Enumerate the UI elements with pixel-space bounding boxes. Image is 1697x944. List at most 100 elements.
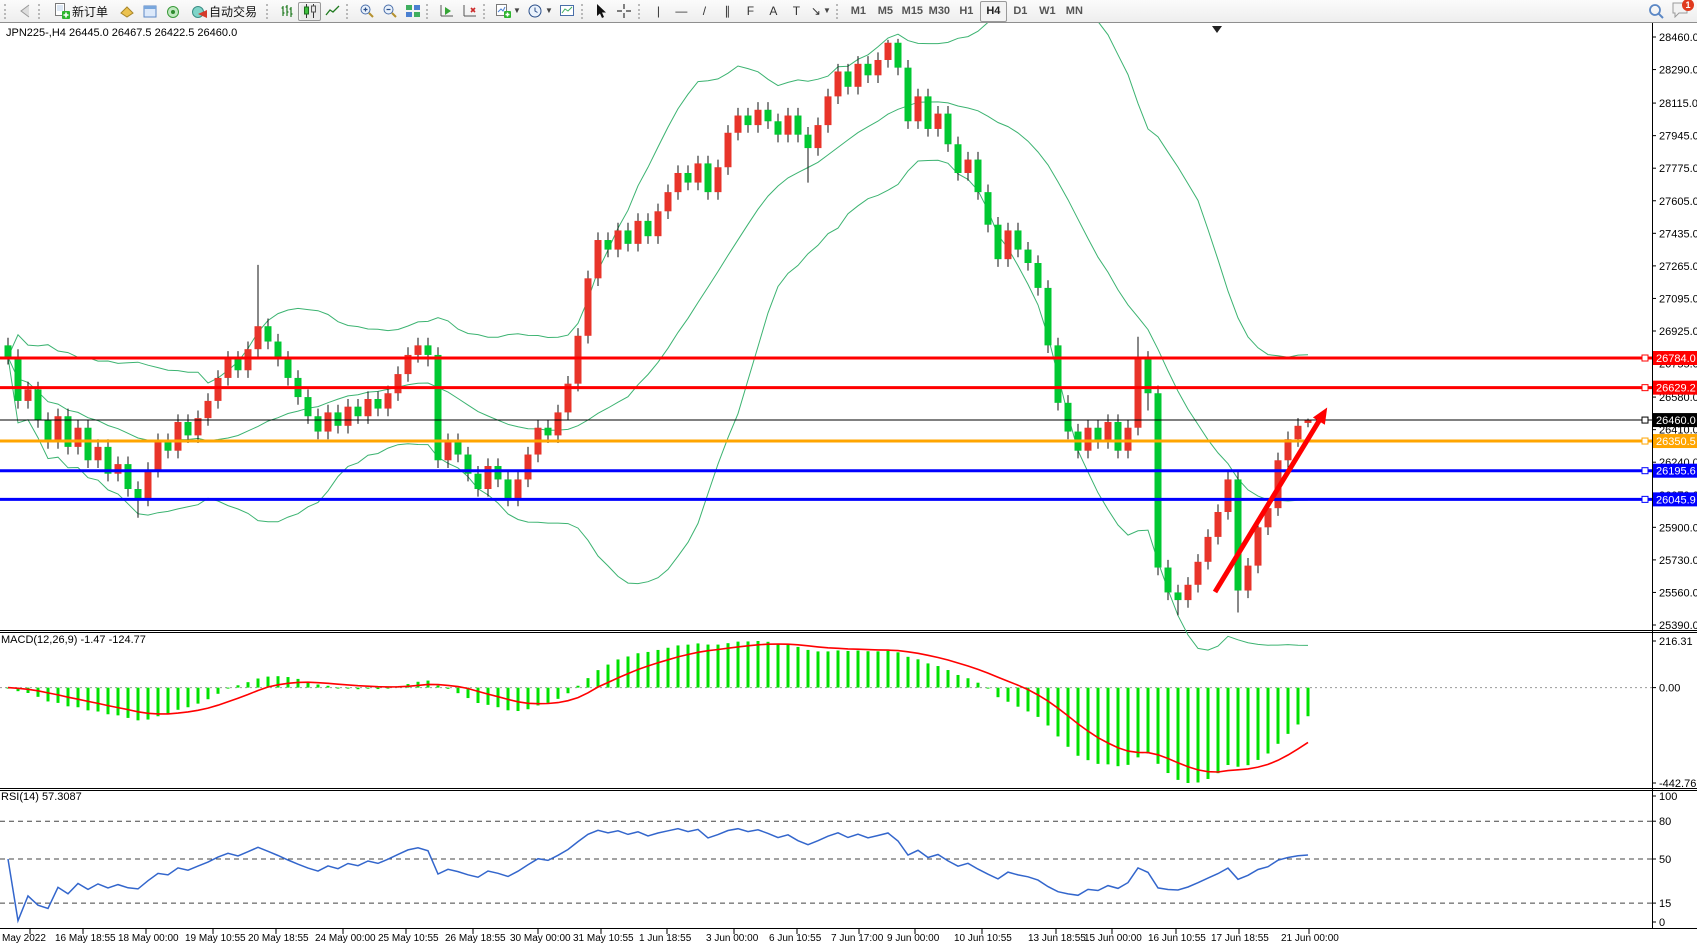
timeframe-mn[interactable]: MN [1061, 1, 1088, 22]
auto-trading-button[interactable]: 自动交易 [184, 2, 264, 21]
hline-anchor[interactable] [1642, 438, 1648, 444]
arrows-tool[interactable]: ↘▼ [808, 2, 834, 21]
bar-chart-button[interactable] [275, 2, 298, 21]
macd-bar [687, 645, 690, 688]
new-chart-button[interactable]: ▼ [492, 2, 524, 21]
macd-bar [1237, 688, 1240, 767]
templates-button[interactable] [556, 2, 579, 21]
candle-body [595, 240, 602, 278]
candle [455, 433, 462, 462]
text-label-tool[interactable]: T [785, 2, 808, 21]
candle [525, 447, 532, 487]
signal-icon [165, 4, 181, 19]
candle-body [645, 221, 652, 236]
equidistant-channel-tool[interactable]: ∥ [716, 2, 739, 21]
chart-tips-button[interactable] [115, 2, 138, 21]
cursor-toolbar-handle[interactable] [581, 4, 586, 19]
price-tick-label: 27605.0 [1659, 196, 1697, 208]
clipped-toolbar-button[interactable] [13, 2, 36, 21]
candle [235, 351, 242, 378]
macd-bar [567, 688, 570, 694]
timeframe-h4[interactable]: H4 [980, 1, 1007, 22]
macd-tick-label: -442.76 [1659, 778, 1696, 790]
timeframe-m30[interactable]: M30 [926, 1, 953, 22]
fibonacci-tool[interactable]: F [739, 2, 762, 21]
bollinger-upper-band [8, 0, 1308, 383]
timeframe-w1[interactable]: W1 [1034, 1, 1061, 22]
tile-windows-button[interactable] [401, 2, 424, 21]
auto-trading-icon [191, 4, 207, 19]
timeframe-m5[interactable]: M5 [872, 1, 899, 22]
time-tick-label: 20 May 18:55 [248, 933, 309, 944]
candle-body [235, 359, 242, 370]
candle-body [525, 455, 532, 480]
chart-shift-marker[interactable] [1212, 26, 1222, 33]
macd-bar [47, 688, 50, 702]
price-tick-label: 25390.0 [1659, 620, 1697, 632]
auto-scroll-button[interactable] [458, 2, 481, 21]
candle-body [995, 225, 1002, 259]
time-tick-label: 15 Jun 00:00 [1084, 933, 1142, 944]
line-chart-button[interactable] [321, 2, 344, 21]
horizontal-line-tool[interactable]: — [670, 2, 693, 21]
hline-anchor[interactable] [1642, 468, 1648, 474]
timeframe-m1[interactable]: M1 [845, 1, 872, 22]
candle [175, 414, 182, 458]
macd-bar [37, 688, 40, 697]
macd-bar [947, 670, 950, 688]
candle-body [1105, 422, 1112, 441]
vertical-line-tool[interactable]: | [647, 2, 670, 21]
chart-canvas[interactable]: 28460.028290.028115.027945.027775.027605… [0, 0, 1697, 944]
windows-toolbar-handle[interactable] [483, 4, 488, 19]
candle [615, 223, 622, 257]
candle [515, 472, 522, 506]
toolbar-drag-handle[interactable] [4, 4, 9, 19]
new-order-button[interactable]: 新订单 [47, 2, 115, 21]
candle-body [205, 401, 212, 418]
hline-anchor[interactable] [1642, 355, 1648, 361]
text-tool[interactable]: A [762, 2, 785, 21]
chart-shift-button[interactable] [435, 2, 458, 21]
candle-body [705, 163, 712, 192]
timeframe-h1[interactable]: H1 [953, 1, 980, 22]
timeframe-d1[interactable]: D1 [1007, 1, 1034, 22]
candle-body [1225, 479, 1232, 512]
hline-anchor[interactable] [1642, 496, 1648, 502]
candle [585, 271, 592, 344]
lines-toolbar-handle[interactable] [638, 4, 643, 19]
macd-bar [137, 688, 140, 721]
hline-anchor[interactable] [1642, 417, 1648, 423]
hline-anchor[interactable] [1642, 385, 1648, 391]
macd-bar [537, 688, 540, 706]
candle [445, 433, 452, 467]
candlestick-chart-button[interactable] [298, 2, 321, 21]
candle [1015, 223, 1022, 257]
candle-body [195, 418, 202, 435]
macd-bar [1127, 688, 1130, 765]
cursor-button[interactable] [590, 2, 613, 21]
macd-bar [1207, 688, 1210, 779]
zoom-in-button[interactable] [355, 2, 378, 21]
candle-body [895, 43, 902, 68]
trendline-tool[interactable]: / [693, 2, 716, 21]
time-axis: May 202216 May 18:5518 May 00:0019 May 1… [2, 929, 1339, 944]
chat-button[interactable]: 1 [1671, 1, 1691, 21]
charts-toolbar-handle[interactable] [266, 4, 271, 19]
standard-toolbar-handle[interactable] [38, 4, 43, 19]
tile-windows-icon [405, 3, 421, 19]
auto-trading-label: 自动交易 [209, 3, 257, 20]
macd-bar [97, 688, 100, 712]
signals-button[interactable] [161, 2, 184, 21]
macd-bar [147, 688, 150, 720]
scroll-toolbar-handle[interactable] [426, 4, 431, 19]
search-icon[interactable] [1648, 3, 1665, 20]
zoom-toolbar-handle[interactable] [346, 4, 351, 19]
candle [405, 347, 412, 381]
timeframe-m15[interactable]: M15 [899, 1, 926, 22]
zoom-out-button[interactable] [378, 2, 401, 21]
period-button[interactable]: ▼ [524, 2, 556, 21]
timeframe-toolbar-handle[interactable] [836, 4, 841, 19]
market-window-button[interactable] [138, 2, 161, 21]
crosshair-button[interactable] [613, 2, 636, 21]
macd-bar [1267, 688, 1270, 754]
